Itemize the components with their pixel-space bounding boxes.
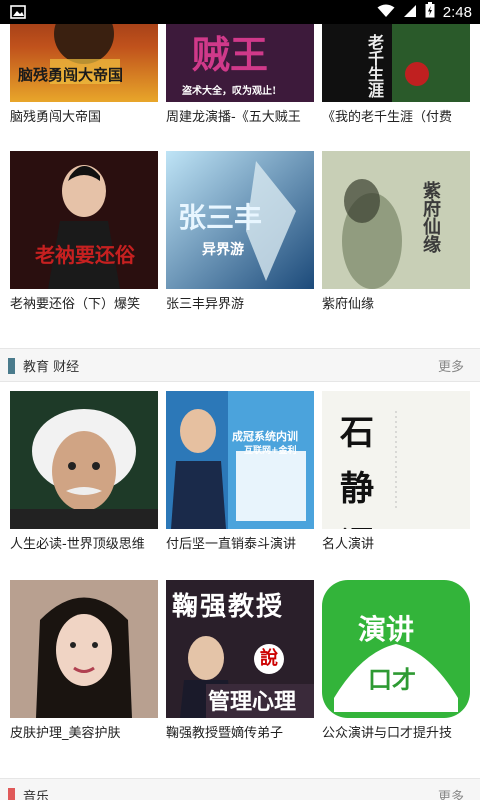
- badge: 說: [254, 644, 284, 674]
- book-card[interactable]: 张三丰 异界游 张三丰异界游: [166, 151, 314, 314]
- clock: 2:48: [442, 3, 472, 21]
- book-title: 名人演讲: [322, 537, 375, 552]
- book-card[interactable]: 人生必读-世界顶级思维: [10, 391, 158, 554]
- book-card[interactable]: 老千生涯 《我的老千生涯（付费: [322, 24, 470, 127]
- section-header-music: 音乐 更多: [0, 778, 480, 800]
- content-scroll[interactable]: 脑残勇闯大帝国 脑残勇闯大帝国 贼王 盗术大全，叹为观止! 周建龙演播-《五大贼…: [0, 24, 480, 800]
- cover-subtitle: 口才: [368, 665, 416, 694]
- status-bar: 2:48: [0, 0, 480, 24]
- book-cover: 老衲要还俗: [10, 151, 158, 289]
- book-card[interactable]: 贼王 盗术大全，叹为观止! 周建龙演播-《五大贼王: [166, 24, 314, 127]
- book-cover: [10, 391, 158, 529]
- book-cover: 成冠系统内训 互联网+金利: [166, 391, 314, 529]
- book-title: 公众演讲与口才提升技: [322, 726, 453, 741]
- cover-subtitle: 互联网+金利: [244, 446, 297, 456]
- book-title: 皮肤护理_美容护肤: [10, 726, 121, 741]
- cover-title: 脑残勇闯大帝国: [18, 66, 124, 84]
- book-cover: 紫府仙缘: [322, 151, 470, 289]
- cover-title: 成冠系统内训: [232, 430, 298, 443]
- book-title: 老衲要还俗（下）爆笑: [10, 297, 141, 312]
- book-title: 《我的老千生涯（付费: [322, 110, 453, 125]
- cover-subtitle: 异界游: [202, 242, 244, 258]
- cover-title: 鞠强教授: [172, 592, 285, 622]
- battery-icon: [425, 2, 435, 22]
- book-cover: 脑残勇闯大帝国: [10, 24, 158, 102]
- grid-row: 皮肤护理_美容护肤 鞠强教授 說 管理心理 鞠强教授暨嫡传弟子 演讲 口才 公众…: [0, 580, 480, 770]
- section-accent-bar: [8, 788, 15, 800]
- cover-title: 老衲要还俗: [35, 243, 135, 267]
- grid-row: 脑残勇闯大帝国 脑残勇闯大帝国 贼王 盗术大全，叹为观止! 周建龙演播-《五大贼…: [0, 24, 480, 154]
- section-accent-bar: [8, 358, 15, 374]
- cover-title: 贼王: [192, 32, 269, 77]
- book-title: 张三丰异界游: [166, 297, 245, 312]
- cover-title: 演讲: [358, 613, 415, 646]
- cover-subtitle: 盗术大全，叹为观止!: [182, 86, 277, 97]
- more-link[interactable]: 更多: [438, 786, 464, 800]
- book-title: 紫府仙缘: [322, 297, 375, 312]
- section-title: 教育 财经: [23, 360, 80, 375]
- book-cover: 老千生涯: [322, 24, 470, 102]
- cover-title: 紫府仙缘: [420, 181, 441, 253]
- cover-title: 石 静 语 聽: [340, 413, 408, 529]
- book-card[interactable]: 成冠系统内训 互联网+金利 付后坚一直销泰斗演讲: [166, 391, 314, 554]
- section-title: 音乐: [23, 790, 50, 800]
- book-card[interactable]: 石 静 语 聽 名人演讲: [322, 391, 470, 554]
- book-cover: 石 静 语 聽: [322, 391, 470, 529]
- book-cover: 贼王 盗术大全，叹为观止!: [166, 24, 314, 102]
- wifi-icon: [377, 3, 395, 22]
- book-card[interactable]: 鞠强教授 說 管理心理 鞠强教授暨嫡传弟子: [166, 580, 314, 743]
- book-card[interactable]: 脑残勇闯大帝国 脑残勇闯大帝国: [10, 24, 158, 127]
- cover-title: 老千生涯: [365, 34, 384, 98]
- cell-signal-icon: [403, 3, 417, 22]
- section-header-education: 教育 财经 更多: [0, 348, 480, 382]
- book-title: 付后坚一直销泰斗演讲: [166, 537, 297, 552]
- cover-title: 张三丰: [178, 201, 263, 234]
- book-title: 周建龙演播-《五大贼王: [166, 110, 301, 125]
- book-title: 人生必读-世界顶级思维: [10, 537, 145, 552]
- book-card[interactable]: 皮肤护理_美容护肤: [10, 580, 158, 743]
- cover-subtitle: 管理心理: [208, 689, 297, 715]
- book-card[interactable]: 紫府仙缘 紫府仙缘: [322, 151, 470, 314]
- book-card[interactable]: 老衲要还俗 老衲要还俗（下）爆笑: [10, 151, 158, 314]
- book-cover: 演讲 口才: [322, 580, 470, 718]
- grid-row: 老衲要还俗 老衲要还俗（下）爆笑 张三丰 异界游 张三丰异界游 紫府仙缘 紫府仙…: [0, 151, 480, 341]
- book-title: 脑残勇闯大帝国: [10, 110, 102, 125]
- book-cover: [10, 580, 158, 718]
- book-cover: 鞠强教授 說 管理心理: [166, 580, 314, 718]
- book-card[interactable]: 演讲 口才 公众演讲与口才提升技: [322, 580, 470, 743]
- grid-row: 人生必读-世界顶级思维 成冠系统内训 互联网+金利 付后坚一直销泰斗演讲 石 静…: [0, 391, 480, 581]
- image-icon: [10, 4, 26, 23]
- more-link[interactable]: 更多: [438, 356, 464, 375]
- book-cover: 张三丰 异界游: [166, 151, 314, 289]
- book-title: 鞠强教授暨嫡传弟子: [166, 726, 284, 741]
